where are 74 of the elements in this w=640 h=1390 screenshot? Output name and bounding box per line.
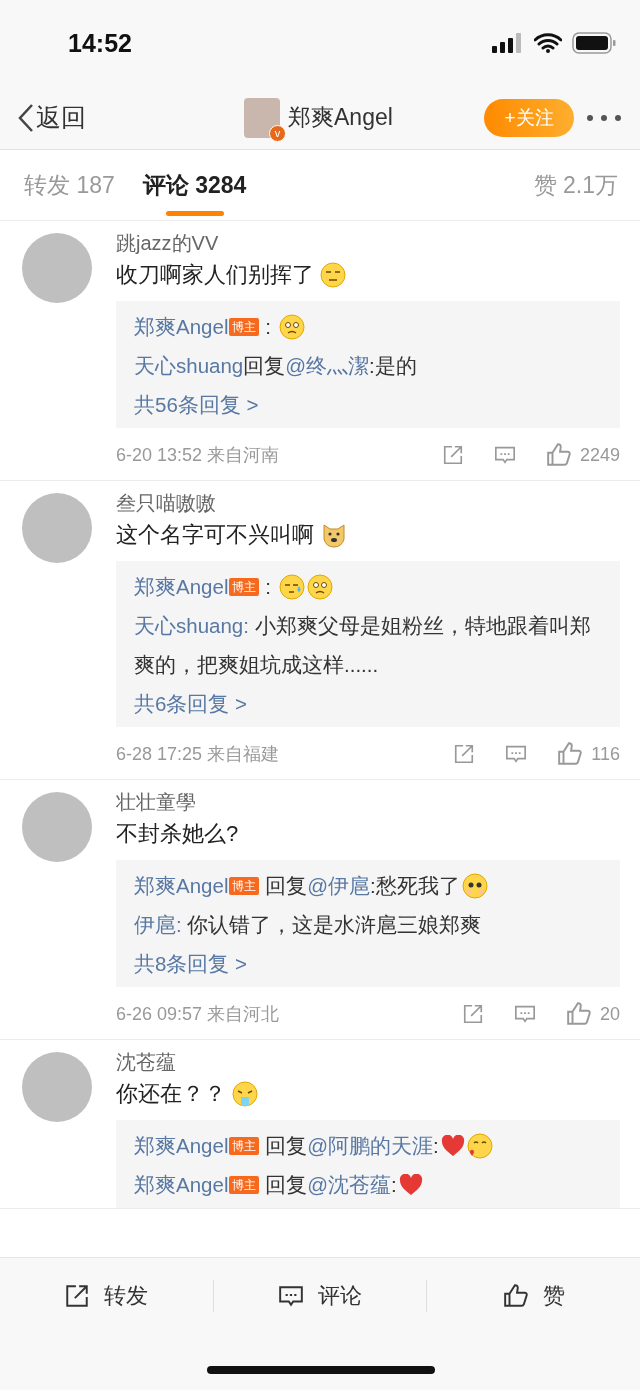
author-badge: 博主 bbox=[229, 318, 260, 336]
username-link[interactable]: 郑爽Angel bbox=[134, 315, 229, 338]
more-replies-link[interactable]: 共8条回复 > bbox=[134, 944, 248, 983]
reply-text: 郑爽Angel 博主 回复@阿鹏的天涯: bbox=[134, 1134, 439, 1157]
status-time: 14:52 bbox=[68, 28, 132, 58]
mention-link[interactable]: @沈苍蕴 bbox=[307, 1173, 391, 1196]
tab[interactable]: 转发 187 bbox=[24, 150, 115, 220]
username-link[interactable]: 郑爽Angel bbox=[134, 1173, 229, 1196]
sweat-face-emoji-icon bbox=[278, 574, 305, 600]
comment-button[interactable]: 评论 bbox=[213, 1276, 427, 1316]
username-link[interactable]: 天心shuang bbox=[134, 354, 244, 377]
kissing-face-emoji-icon bbox=[466, 1133, 493, 1159]
verified-badge: v bbox=[269, 124, 286, 142]
thumbs-up-icon[interactable] bbox=[502, 1283, 529, 1309]
wifi-icon bbox=[534, 33, 562, 53]
username-link[interactable]: 天心shuang: bbox=[134, 614, 249, 637]
comment-meta: 6-26 09:57 来自河北 bbox=[116, 1003, 281, 1026]
like-button[interactable]: 赞 bbox=[427, 1276, 640, 1316]
thumbs-up-icon[interactable] bbox=[557, 741, 584, 767]
heart-icon bbox=[440, 1135, 465, 1157]
username: 叁只喵嗷嗷 bbox=[116, 491, 217, 516]
author-badge: 博主 bbox=[229, 877, 260, 895]
tab[interactable]: 评论 3284 bbox=[142, 150, 247, 220]
follow-button[interactable]: +关注 bbox=[484, 98, 574, 137]
account-name: 郑爽Angel bbox=[288, 103, 393, 132]
reply-text: 天心shuang: 小郑爽父母是姐粉丝，特地跟着叫郑爽的，把爽姐坑成这样...... bbox=[134, 614, 591, 676]
username: 跳jazz的VV bbox=[116, 231, 220, 256]
like-count: 2249 bbox=[579, 444, 620, 466]
like-count: 116 bbox=[591, 743, 620, 765]
share-icon[interactable] bbox=[64, 1283, 91, 1309]
author-badge: 博主 bbox=[229, 578, 260, 596]
comment-icon[interactable] bbox=[278, 1283, 304, 1309]
reply-text: 郑爽Angel 博主 : bbox=[134, 575, 272, 598]
reply-text: 伊扈: 你认错了，这是水浒扈三娘郑爽 bbox=[134, 913, 482, 936]
thumbs-up-icon[interactable] bbox=[545, 442, 572, 468]
signal-icon bbox=[492, 33, 524, 53]
comment-text: 收刀啊家人们别挥了 bbox=[116, 261, 314, 289]
comment-meta: 6-20 13:52 来自河南 bbox=[116, 444, 281, 467]
reply-text: 天心shuang回复@终灬潔:是的 bbox=[134, 354, 417, 377]
reply-text: 郑爽Angel 博主 回复@沈苍蕴: bbox=[134, 1173, 397, 1196]
chevron-left-icon bbox=[18, 102, 34, 133]
heart-icon bbox=[398, 1174, 423, 1196]
reply-text: 郑爽Angel 博主 : bbox=[134, 315, 272, 338]
sad-face-emoji-icon bbox=[306, 574, 333, 600]
more-replies-link[interactable]: 共6条回复 > bbox=[134, 684, 248, 723]
username-link[interactable]: 郑爽Angel bbox=[134, 1134, 229, 1157]
author-badge: 博主 bbox=[229, 1137, 260, 1155]
author-badge: 博主 bbox=[229, 1176, 260, 1194]
mention-link[interactable]: @终灬潔 bbox=[285, 354, 370, 377]
more-icon[interactable] bbox=[586, 113, 622, 122]
comment-text: 这个名字可不兴叫啊 bbox=[116, 521, 314, 549]
comment-meta: 6-28 17:25 来自福建 bbox=[116, 743, 281, 766]
likes-tab[interactable]: 赞 2.1万 bbox=[533, 169, 618, 201]
vomiting-face-emoji-icon bbox=[232, 1081, 258, 1107]
username-link[interactable]: 郑爽Angel bbox=[134, 575, 229, 598]
sad-face-emoji-icon bbox=[278, 314, 305, 340]
comment-text: 不封杀她么? bbox=[116, 820, 239, 848]
smirk-emoji-icon bbox=[320, 262, 346, 288]
mention-link[interactable]: @伊扈 bbox=[307, 874, 370, 897]
more-replies-link[interactable]: 共56条回复 > bbox=[134, 385, 259, 424]
reply-text: 郑爽Angel 博主 回复@伊扈:愁死我了 bbox=[134, 874, 460, 897]
like-count: 20 bbox=[599, 1003, 620, 1025]
mention-link[interactable]: @阿鹏的天涯 bbox=[307, 1134, 433, 1157]
username: 沈苍蕴 bbox=[116, 1050, 177, 1075]
repost-button[interactable]: 转发 bbox=[0, 1276, 213, 1316]
battery-icon bbox=[572, 32, 616, 54]
thumbs-up-icon[interactable] bbox=[565, 1001, 592, 1027]
back-button[interactable]: 返回 bbox=[18, 101, 86, 134]
dog-face-emoji-icon bbox=[320, 521, 348, 549]
username-link[interactable]: 伊扈: bbox=[134, 913, 182, 936]
username: 壮壮童學 bbox=[116, 790, 197, 815]
comment-text: 你还在？？ bbox=[116, 1080, 226, 1108]
username-link[interactable]: 郑爽Angel bbox=[134, 874, 229, 897]
shy-face-emoji-icon bbox=[461, 873, 488, 899]
